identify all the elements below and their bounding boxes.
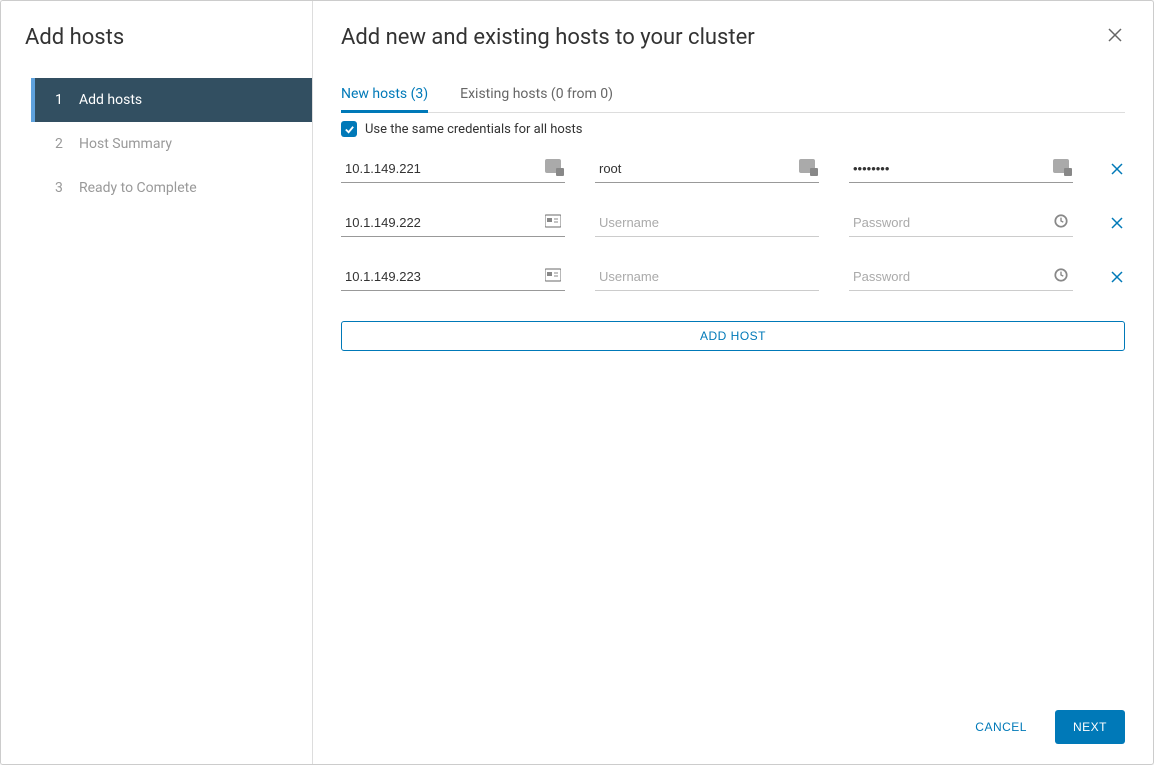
host-tabs: New hosts (3) Existing hosts (0 from 0) — [341, 86, 1125, 113]
step-host-summary: 2 Host Summary — [31, 122, 312, 166]
password-input — [849, 209, 1073, 237]
username-input[interactable] — [595, 155, 819, 183]
username-input-wrap — [595, 209, 819, 237]
keyboard-icon — [1053, 159, 1069, 173]
add-host-button[interactable]: ADD HOST — [341, 321, 1125, 351]
username-input — [595, 209, 819, 237]
step-label: Add hosts — [79, 92, 142, 108]
dialog-footer: CANCEL NEXT — [965, 710, 1125, 744]
step-label: Host Summary — [79, 136, 172, 152]
host-ip-input[interactable] — [341, 263, 565, 291]
host-ip-input[interactable] — [341, 155, 565, 183]
page-title: Add new and existing hosts to your clust… — [341, 25, 755, 50]
step-number: 3 — [55, 180, 63, 196]
close-icon — [1111, 163, 1123, 175]
checkmark-icon — [344, 124, 355, 135]
close-icon — [1111, 271, 1123, 283]
add-hosts-dialog: Add hosts 1 Add hosts 2 Host Summary 3 R… — [0, 0, 1154, 765]
password-input-wrap — [849, 263, 1073, 291]
checkbox-label: Use the same credentials for all hosts — [365, 122, 582, 137]
main-header: Add new and existing hosts to your clust… — [341, 25, 1125, 50]
password-input-wrap — [849, 209, 1073, 237]
close-icon — [1108, 28, 1122, 42]
sidebar-title: Add hosts — [1, 25, 312, 78]
password-input[interactable] — [849, 155, 1073, 183]
tab-new-hosts[interactable]: New hosts (3) — [341, 86, 428, 113]
password-input — [849, 263, 1073, 291]
host-row — [341, 155, 1125, 183]
ip-input-wrap — [341, 209, 565, 237]
wizard-steps: 1 Add hosts 2 Host Summary 3 Ready to Co… — [1, 78, 312, 210]
host-row — [341, 263, 1125, 291]
close-button[interactable] — [1105, 25, 1125, 45]
host-rows — [341, 155, 1125, 317]
same-credentials-checkbox[interactable] — [341, 121, 357, 137]
card-icon — [545, 213, 561, 227]
ip-input-wrap — [341, 263, 565, 291]
ip-input-wrap — [341, 155, 565, 183]
keyboard-icon — [545, 159, 561, 173]
step-label: Ready to Complete — [79, 180, 197, 196]
step-ready-to-complete: 3 Ready to Complete — [31, 166, 312, 210]
remove-host-button[interactable] — [1109, 269, 1125, 285]
step-number: 1 — [55, 92, 63, 108]
refresh-icon — [1053, 213, 1069, 227]
same-credentials-row: Use the same credentials for all hosts — [341, 121, 1125, 137]
close-icon — [1111, 217, 1123, 229]
tab-existing-hosts[interactable]: Existing hosts (0 from 0) — [460, 86, 613, 112]
username-input-wrap — [595, 155, 819, 183]
step-number: 2 — [55, 136, 63, 152]
keyboard-icon — [799, 159, 815, 173]
next-button[interactable]: NEXT — [1055, 710, 1125, 744]
refresh-icon — [1053, 267, 1069, 281]
main-panel: Add new and existing hosts to your clust… — [313, 1, 1153, 764]
cancel-button[interactable]: CANCEL — [965, 711, 1037, 743]
username-input-wrap — [595, 263, 819, 291]
remove-host-button[interactable] — [1109, 161, 1125, 177]
username-input — [595, 263, 819, 291]
card-icon — [545, 267, 561, 281]
host-row — [341, 209, 1125, 237]
host-ip-input[interactable] — [341, 209, 565, 237]
wizard-sidebar: Add hosts 1 Add hosts 2 Host Summary 3 R… — [1, 1, 313, 764]
password-input-wrap — [849, 155, 1073, 183]
remove-host-button[interactable] — [1109, 215, 1125, 231]
step-add-hosts[interactable]: 1 Add hosts — [31, 78, 312, 122]
